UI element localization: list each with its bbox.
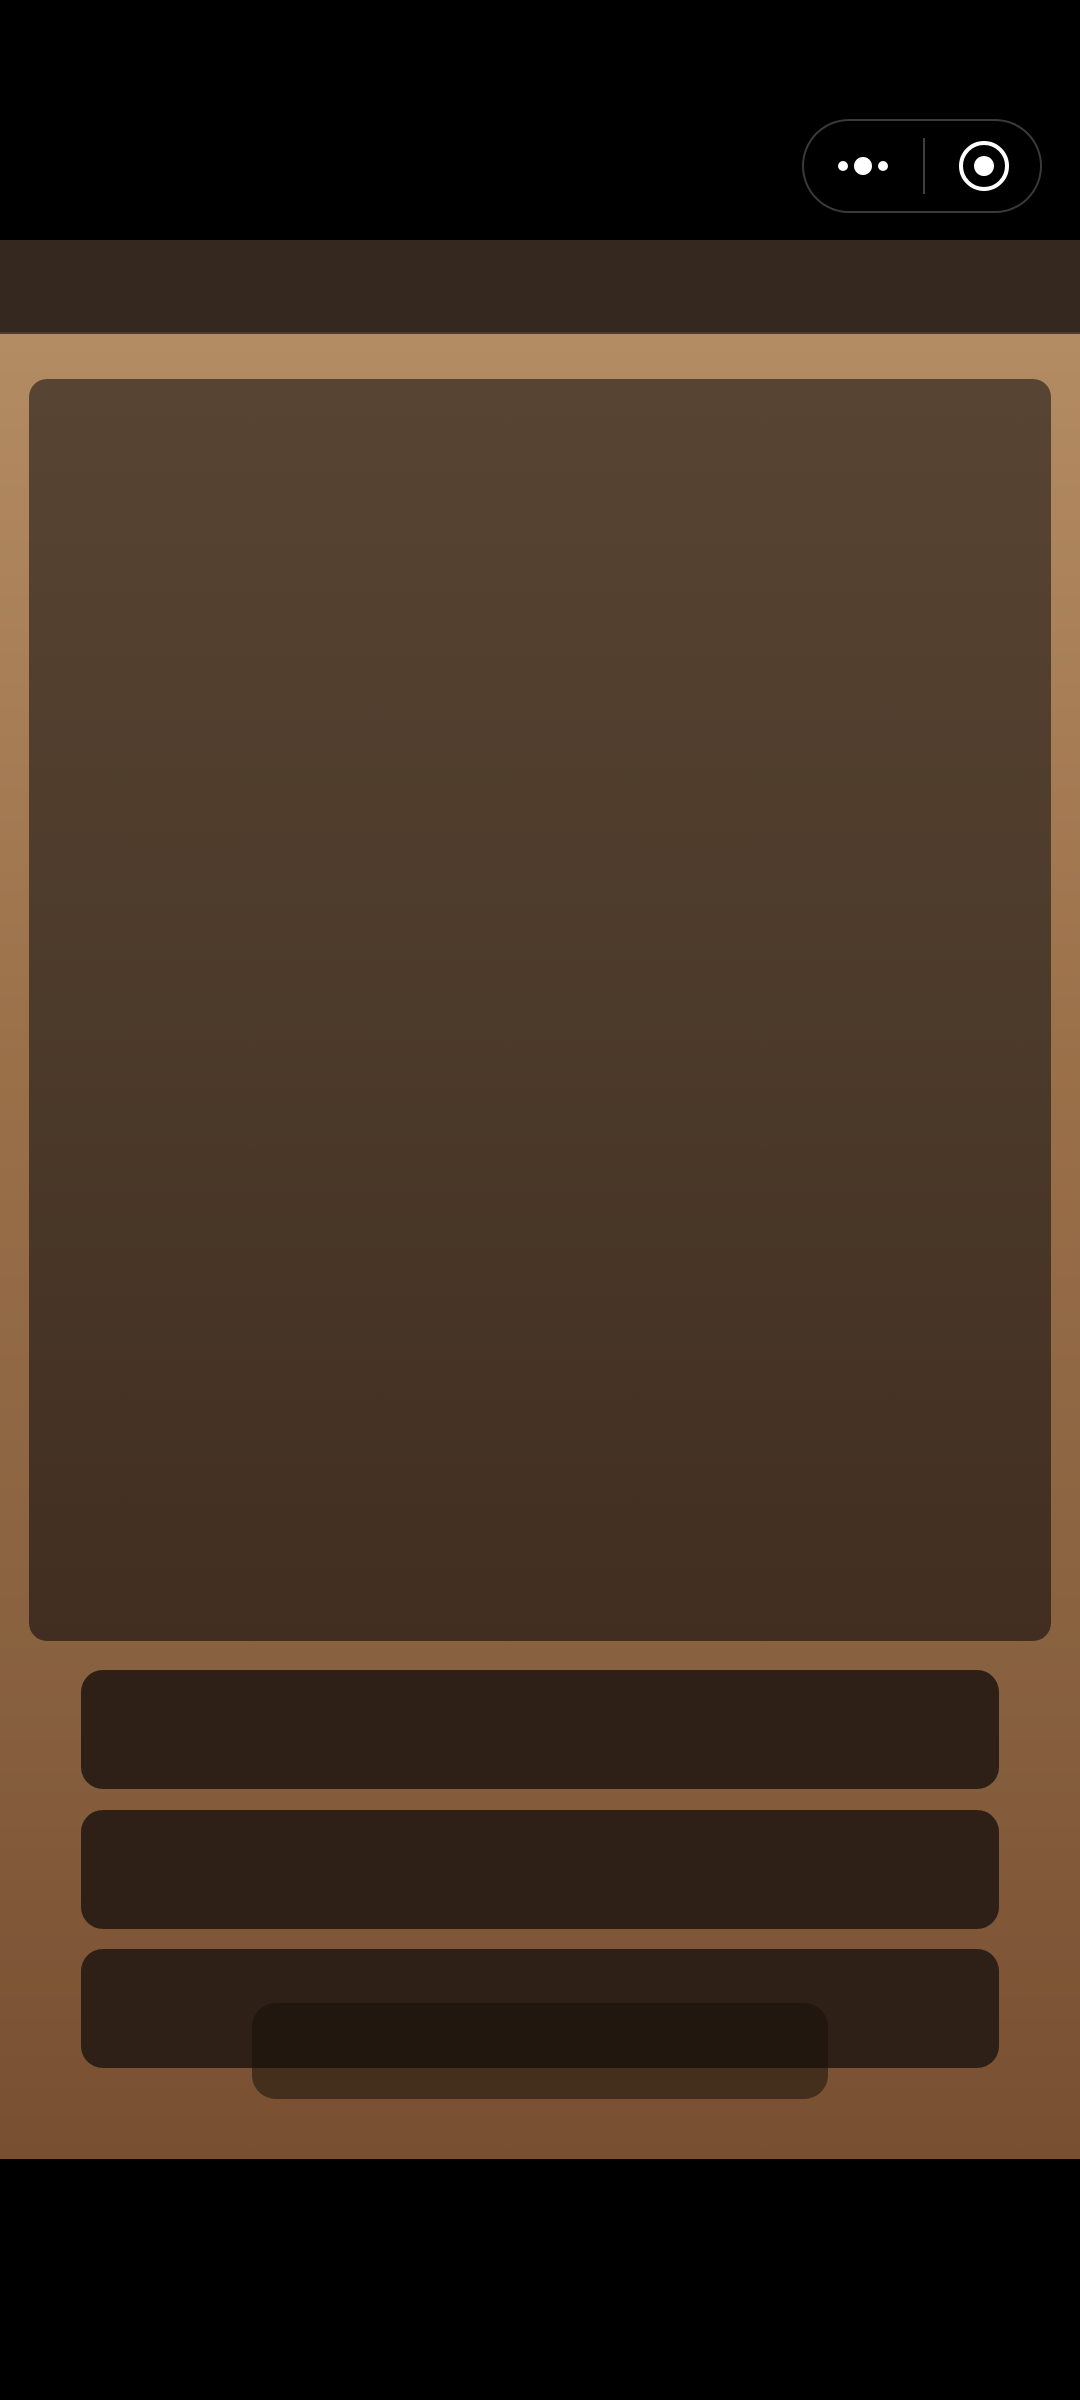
option-button-2[interactable] — [81, 1810, 999, 1929]
target-close-icon — [958, 141, 1009, 191]
more-button[interactable] — [804, 121, 922, 211]
navigation-bar — [0, 240, 1080, 334]
status-bar-area — [0, 0, 1080, 240]
loading-overlay-pill — [252, 2003, 828, 2099]
more-dots-icon — [838, 157, 888, 175]
app-screen — [0, 0, 1080, 2400]
content-area — [0, 334, 1080, 2159]
main-card-placeholder — [29, 379, 1051, 1641]
bottom-blank-area — [0, 2159, 1080, 2400]
option-button-1[interactable] — [81, 1670, 999, 1789]
mini-program-capsule — [802, 119, 1042, 213]
close-button[interactable] — [925, 121, 1042, 211]
